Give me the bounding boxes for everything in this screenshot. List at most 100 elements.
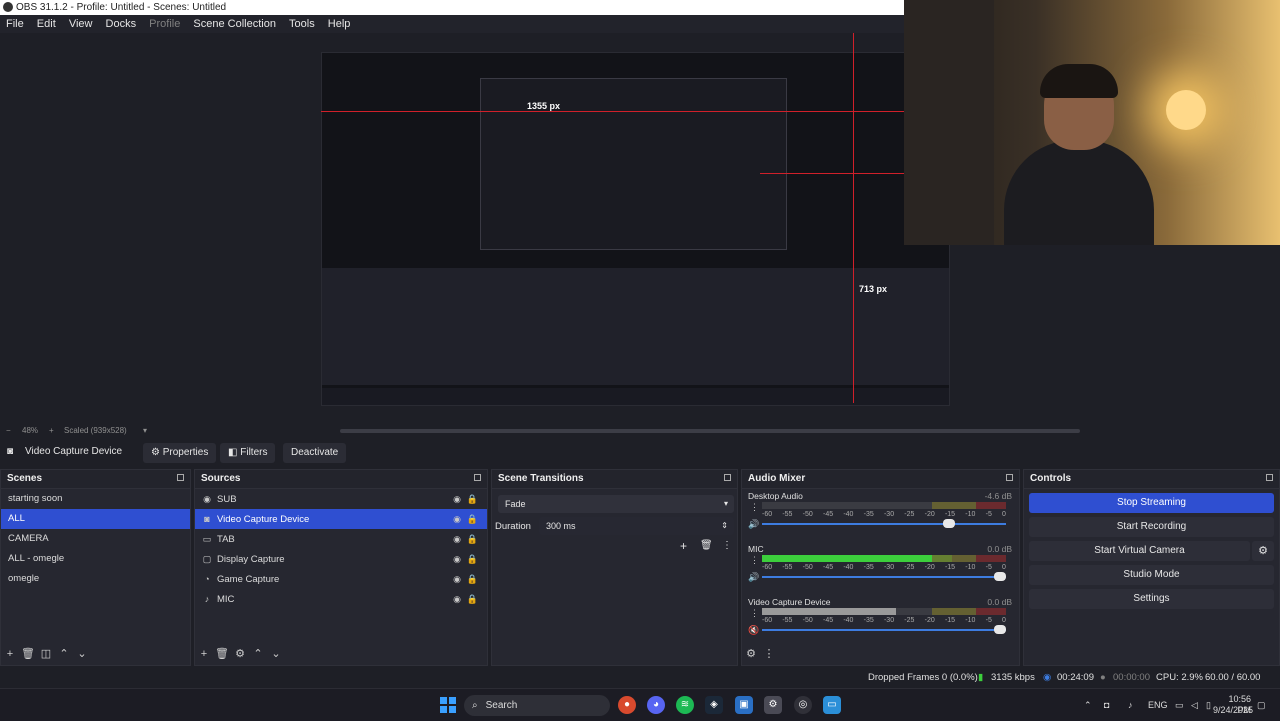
- capture-tool-icon[interactable]: ▭: [823, 696, 841, 714]
- notification-icon[interactable]: ▢: [1257, 689, 1266, 721]
- scale-dropdown-icon[interactable]: ▾: [143, 424, 147, 438]
- lock-icon[interactable]: 🔒: [467, 529, 478, 549]
- undock-icon[interactable]: [1006, 474, 1013, 481]
- trash-icon[interactable]: 🗑: [19, 643, 37, 665]
- menu-view[interactable]: View: [69, 15, 93, 33]
- spotify-icon[interactable]: ≋: [676, 696, 694, 714]
- steam-icon[interactable]: ◈: [705, 696, 723, 714]
- scene-item[interactable]: omegle: [1, 569, 190, 589]
- gear-icon[interactable]: ⚙: [231, 643, 249, 665]
- source-item[interactable]: ▢ Display Capture ◉ 🔒: [195, 549, 487, 569]
- microphone-icon[interactable]: ♪: [1128, 689, 1133, 721]
- deactivate-button[interactable]: Deactivate: [283, 443, 347, 463]
- zoom-in-icon[interactable]: +: [49, 424, 54, 438]
- volume-slider[interactable]: [762, 519, 1006, 528]
- undock-icon[interactable]: [474, 474, 481, 481]
- preview-scrollbar[interactable]: [340, 429, 1080, 433]
- volume-slider[interactable]: [762, 572, 1006, 581]
- advanced-audio-icon[interactable]: ⚙: [742, 643, 760, 665]
- menu-docks[interactable]: Docks: [106, 15, 137, 33]
- source-item[interactable]: ◉ SUB ◉ 🔒: [195, 489, 487, 509]
- properties-button[interactable]: ⚙ Properties: [143, 443, 217, 463]
- eye-icon[interactable]: ◉: [453, 589, 461, 609]
- battery-icon[interactable]: ▯: [1206, 689, 1211, 721]
- add-icon[interactable]: +: [195, 643, 213, 665]
- menu-file[interactable]: File: [6, 15, 24, 33]
- volume-slider-knob[interactable]: [994, 572, 1006, 581]
- more-icon[interactable]: ⋮: [750, 555, 759, 566]
- eye-icon[interactable]: ◉: [453, 509, 461, 529]
- lock-icon[interactable]: 🔒: [467, 589, 478, 609]
- speaker-muted-icon[interactable]: 🔇: [748, 625, 759, 636]
- add-icon[interactable]: +: [1, 643, 19, 665]
- menu-help[interactable]: Help: [328, 15, 351, 33]
- obs-icon[interactable]: ◎: [794, 696, 812, 714]
- eye-icon[interactable]: ◉: [453, 569, 461, 589]
- menu-profile[interactable]: Profile: [149, 15, 180, 33]
- speaker-icon[interactable]: 🔊: [748, 519, 759, 530]
- zoom-out-icon[interactable]: −: [6, 424, 11, 438]
- settings-icon[interactable]: ⚙: [764, 696, 782, 714]
- scene-item[interactable]: starting soon: [1, 489, 190, 509]
- language-indicator[interactable]: ENG: [1148, 689, 1168, 721]
- trash-icon[interactable]: 🗑: [213, 643, 231, 665]
- eye-icon[interactable]: ◉: [453, 549, 461, 569]
- eye-icon[interactable]: ◉: [453, 529, 461, 549]
- move-down-icon[interactable]: ⌄: [73, 643, 91, 665]
- virtual-camera-settings-button[interactable]: ⚙: [1252, 541, 1274, 561]
- start-recording-button[interactable]: Start Recording: [1029, 517, 1274, 537]
- source-item[interactable]: ♪ MIC ◉ 🔒: [195, 589, 487, 609]
- speaker-icon[interactable]: 🔊: [748, 572, 759, 583]
- stop-streaming-button[interactable]: Stop Streaming: [1029, 493, 1274, 513]
- undock-icon[interactable]: [177, 474, 184, 481]
- menu-tools[interactable]: Tools: [289, 15, 315, 33]
- controller-icon[interactable]: ◘: [1104, 689, 1109, 721]
- more-icon[interactable]: ⋮: [750, 608, 759, 619]
- taskbar-date[interactable]: 9/24/2025: [1213, 705, 1253, 716]
- source-item-selected[interactable]: ◙ Video Capture Device ◉ 🔒: [195, 509, 487, 529]
- stepper-icon[interactable]: ⇕: [721, 517, 728, 535]
- scene-item[interactable]: ALL - omegle: [1, 549, 190, 569]
- more-icon[interactable]: ⋮: [760, 643, 778, 665]
- lock-icon[interactable]: 🔒: [467, 569, 478, 589]
- record-time: 00:00:00: [1113, 672, 1150, 683]
- volume-slider-knob[interactable]: [942, 519, 955, 528]
- lock-icon[interactable]: 🔒: [467, 509, 478, 529]
- start-virtual-camera-button[interactable]: Start Virtual Camera: [1029, 541, 1250, 561]
- scene-item-selected[interactable]: ALL: [1, 509, 190, 529]
- transition-type-select[interactable]: Fade ▾: [498, 495, 734, 513]
- windows-start-icon[interactable]: [440, 697, 456, 713]
- lock-icon[interactable]: 🔒: [467, 489, 478, 509]
- move-up-icon[interactable]: ⌃: [249, 643, 267, 665]
- source-item[interactable]: ▭ TAB ◉ 🔒: [195, 529, 487, 549]
- more-icon[interactable]: ⋮: [722, 540, 732, 551]
- move-up-icon[interactable]: ⌃: [55, 643, 73, 665]
- move-down-icon[interactable]: ⌄: [267, 643, 285, 665]
- menu-scene-collection[interactable]: Scene Collection: [193, 15, 276, 33]
- menu-edit[interactable]: Edit: [37, 15, 56, 33]
- chevron-up-icon[interactable]: ⌃: [1084, 689, 1092, 721]
- taskbar-search[interactable]: ⌕ Search: [464, 695, 610, 716]
- undock-icon[interactable]: [1266, 474, 1273, 481]
- photos-icon[interactable]: ▣: [735, 696, 753, 714]
- filter-icon[interactable]: ◫: [37, 643, 55, 665]
- network-icon[interactable]: ▭: [1175, 689, 1184, 721]
- webcam-person-hair: [1040, 64, 1118, 98]
- discord-icon[interactable]: ◕: [647, 696, 665, 714]
- chrome-icon[interactable]: ●: [618, 696, 636, 714]
- undock-icon[interactable]: [724, 474, 731, 481]
- volume-icon[interactable]: ◁: [1191, 689, 1198, 721]
- scene-item[interactable]: CAMERA: [1, 529, 190, 549]
- add-icon[interactable]: +: [680, 539, 687, 553]
- eye-icon[interactable]: ◉: [453, 489, 461, 509]
- duration-field[interactable]: 300 ms ⇕: [539, 517, 734, 535]
- trash-icon[interactable]: 🗑: [700, 540, 713, 551]
- settings-button[interactable]: Settings: [1029, 589, 1274, 609]
- more-icon[interactable]: ⋮: [750, 502, 759, 513]
- lock-icon[interactable]: 🔒: [467, 549, 478, 569]
- volume-slider[interactable]: [762, 625, 1006, 634]
- volume-slider-knob[interactable]: [994, 625, 1006, 634]
- studio-mode-button[interactable]: Studio Mode: [1029, 565, 1274, 585]
- filters-button[interactable]: ◧ Filters: [220, 443, 276, 463]
- source-item[interactable]: ◔ Game Capture ◉ 🔒: [195, 569, 487, 589]
